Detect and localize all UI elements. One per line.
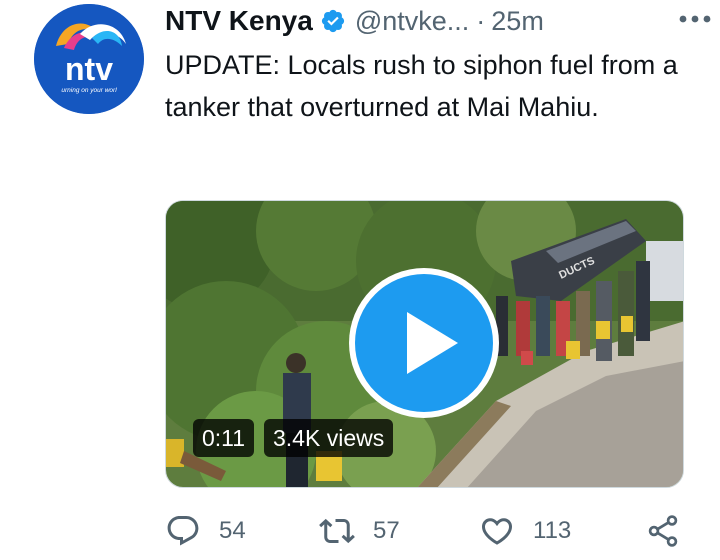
play-icon [355,274,493,412]
tweet-text: UPDATE: Locals rush to siphon fuel from … [165,50,678,122]
verified-badge-icon [320,8,346,34]
like-count: 113 [533,517,572,544]
heart-icon [481,518,513,545]
avatar-brand: ntv [65,51,113,87]
more-options-button[interactable] [674,4,716,34]
play-button[interactable] [349,268,499,418]
ntv-logo: ntv urning on your worl [34,4,144,114]
video-views-badge: 3.4K views [264,419,394,457]
more-options-icon [679,15,711,23]
tweet[interactable]: ntv urning on your worl NTV Kenya @ntvke… [0,0,720,560]
avatar-tagline: urning on your worl [61,87,117,94]
timestamp[interactable]: 25m [491,6,544,37]
like-button[interactable]: 113 [479,508,571,554]
reply-count: 54 [219,517,246,544]
reply-icon [167,516,199,546]
retweet-icon [319,518,355,544]
retweet-count: 57 [373,517,400,544]
share-icon [648,515,678,547]
tweet-actions: 54 57 113 [165,508,695,554]
user-handle[interactable]: @ntvke... [355,6,469,37]
avatar[interactable]: ntv urning on your worl [34,4,144,114]
display-name[interactable]: NTV Kenya [165,5,313,37]
separator-dot: · [476,5,486,36]
video-duration-badge: 0:11 [193,419,255,457]
retweet-button[interactable]: 57 [319,508,400,554]
tweet-header: NTV Kenya @ntvke... · 25m [165,2,700,40]
share-button[interactable] [645,508,681,554]
reply-button[interactable]: 54 [165,508,246,554]
